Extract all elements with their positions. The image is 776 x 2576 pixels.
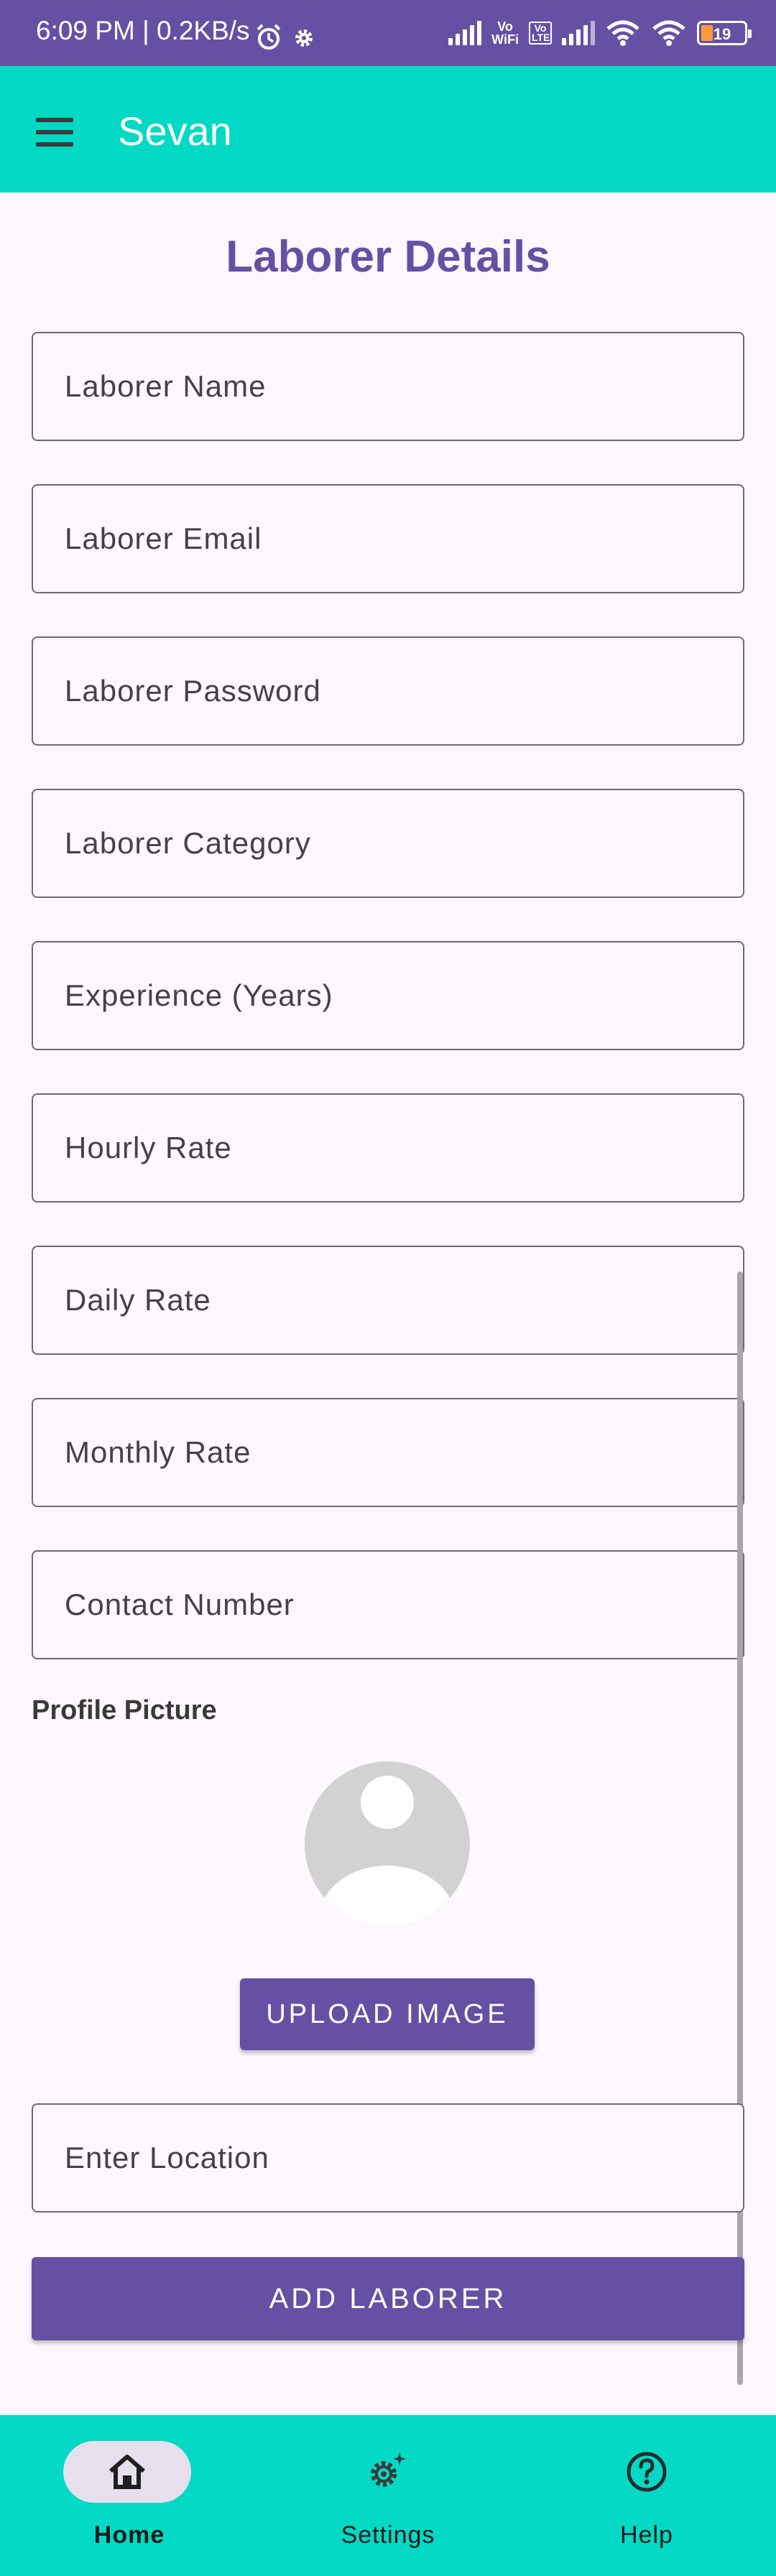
menu-icon-bar bbox=[36, 118, 73, 122]
bottom-nav: Home Settings Help bbox=[0, 2415, 776, 2576]
settings-icon bbox=[371, 2452, 406, 2487]
status-bar: 6:09 PM | 0.2KB/s Vo WiFi Vo LTE 19 bbox=[0, 0, 776, 66]
alarm-icon bbox=[257, 24, 281, 50]
laborer-category-field[interactable]: Laborer Category bbox=[32, 789, 744, 898]
laborer-password-field[interactable]: Laborer Password bbox=[32, 636, 744, 746]
add-laborer-button[interactable]: ADD LABORER bbox=[32, 2257, 744, 2340]
wifi-icon bbox=[606, 20, 639, 46]
status-time: 6:09 PM | 0.2KB/s bbox=[36, 16, 250, 45]
home-icon bbox=[109, 2455, 145, 2489]
nav-item-help[interactable]: Help bbox=[517, 2415, 776, 2576]
laborer-name-field[interactable]: Laborer Name bbox=[32, 332, 744, 441]
scrollbar[interactable] bbox=[737, 1271, 743, 2385]
vowifi-bottom: WiFi bbox=[491, 32, 519, 47]
experience-field[interactable]: Experience (Years) bbox=[32, 941, 744, 1050]
nav-item-settings[interactable]: Settings bbox=[259, 2415, 517, 2576]
hourly-rate-field[interactable]: Hourly Rate bbox=[32, 1093, 744, 1203]
page-title: Laborer Details bbox=[226, 232, 550, 282]
upload-image-button[interactable]: UPLOAD IMAGE bbox=[240, 1978, 535, 2050]
monthly-rate-field[interactable]: Monthly Rate bbox=[32, 1398, 744, 1507]
battery-level: 19 bbox=[713, 25, 731, 43]
avatar-placeholder-icon bbox=[305, 1761, 470, 1927]
battery-icon: 19 bbox=[697, 21, 752, 45]
volte-badge: Vo LTE bbox=[529, 22, 552, 45]
app-bar: Sevan bbox=[0, 66, 776, 193]
daily-rate-field[interactable]: Daily Rate bbox=[32, 1246, 744, 1355]
contact-number-field[interactable]: Contact Number bbox=[32, 1550, 744, 1659]
menu-icon-bar bbox=[36, 142, 73, 147]
signal-icon-2 bbox=[562, 21, 595, 45]
nav-label-home: Home bbox=[93, 2521, 165, 2549]
menu-icon-bar bbox=[36, 130, 73, 134]
signal-icon bbox=[448, 21, 482, 45]
nav-item-home[interactable]: Home bbox=[0, 2415, 259, 2576]
profile-picture-label: Profile Picture bbox=[32, 1695, 217, 1725]
help-icon bbox=[627, 2452, 667, 2492]
status-icons: Vo WiFi Vo LTE 19 bbox=[448, 17, 752, 49]
location-field[interactable]: Enter Location bbox=[32, 2103, 744, 2213]
laborer-email-field[interactable]: Laborer Email bbox=[32, 484, 744, 593]
app-title: Sevan bbox=[118, 108, 232, 154]
menu-button[interactable] bbox=[26, 103, 83, 161]
vowifi-badge: Vo WiFi bbox=[491, 20, 519, 46]
wifi-icon-2 bbox=[652, 20, 685, 46]
gear-icon bbox=[295, 29, 313, 47]
nav-label-help: Help bbox=[620, 2521, 673, 2549]
nav-label-settings: Settings bbox=[341, 2521, 435, 2549]
vowifi-top: Vo bbox=[497, 19, 513, 34]
